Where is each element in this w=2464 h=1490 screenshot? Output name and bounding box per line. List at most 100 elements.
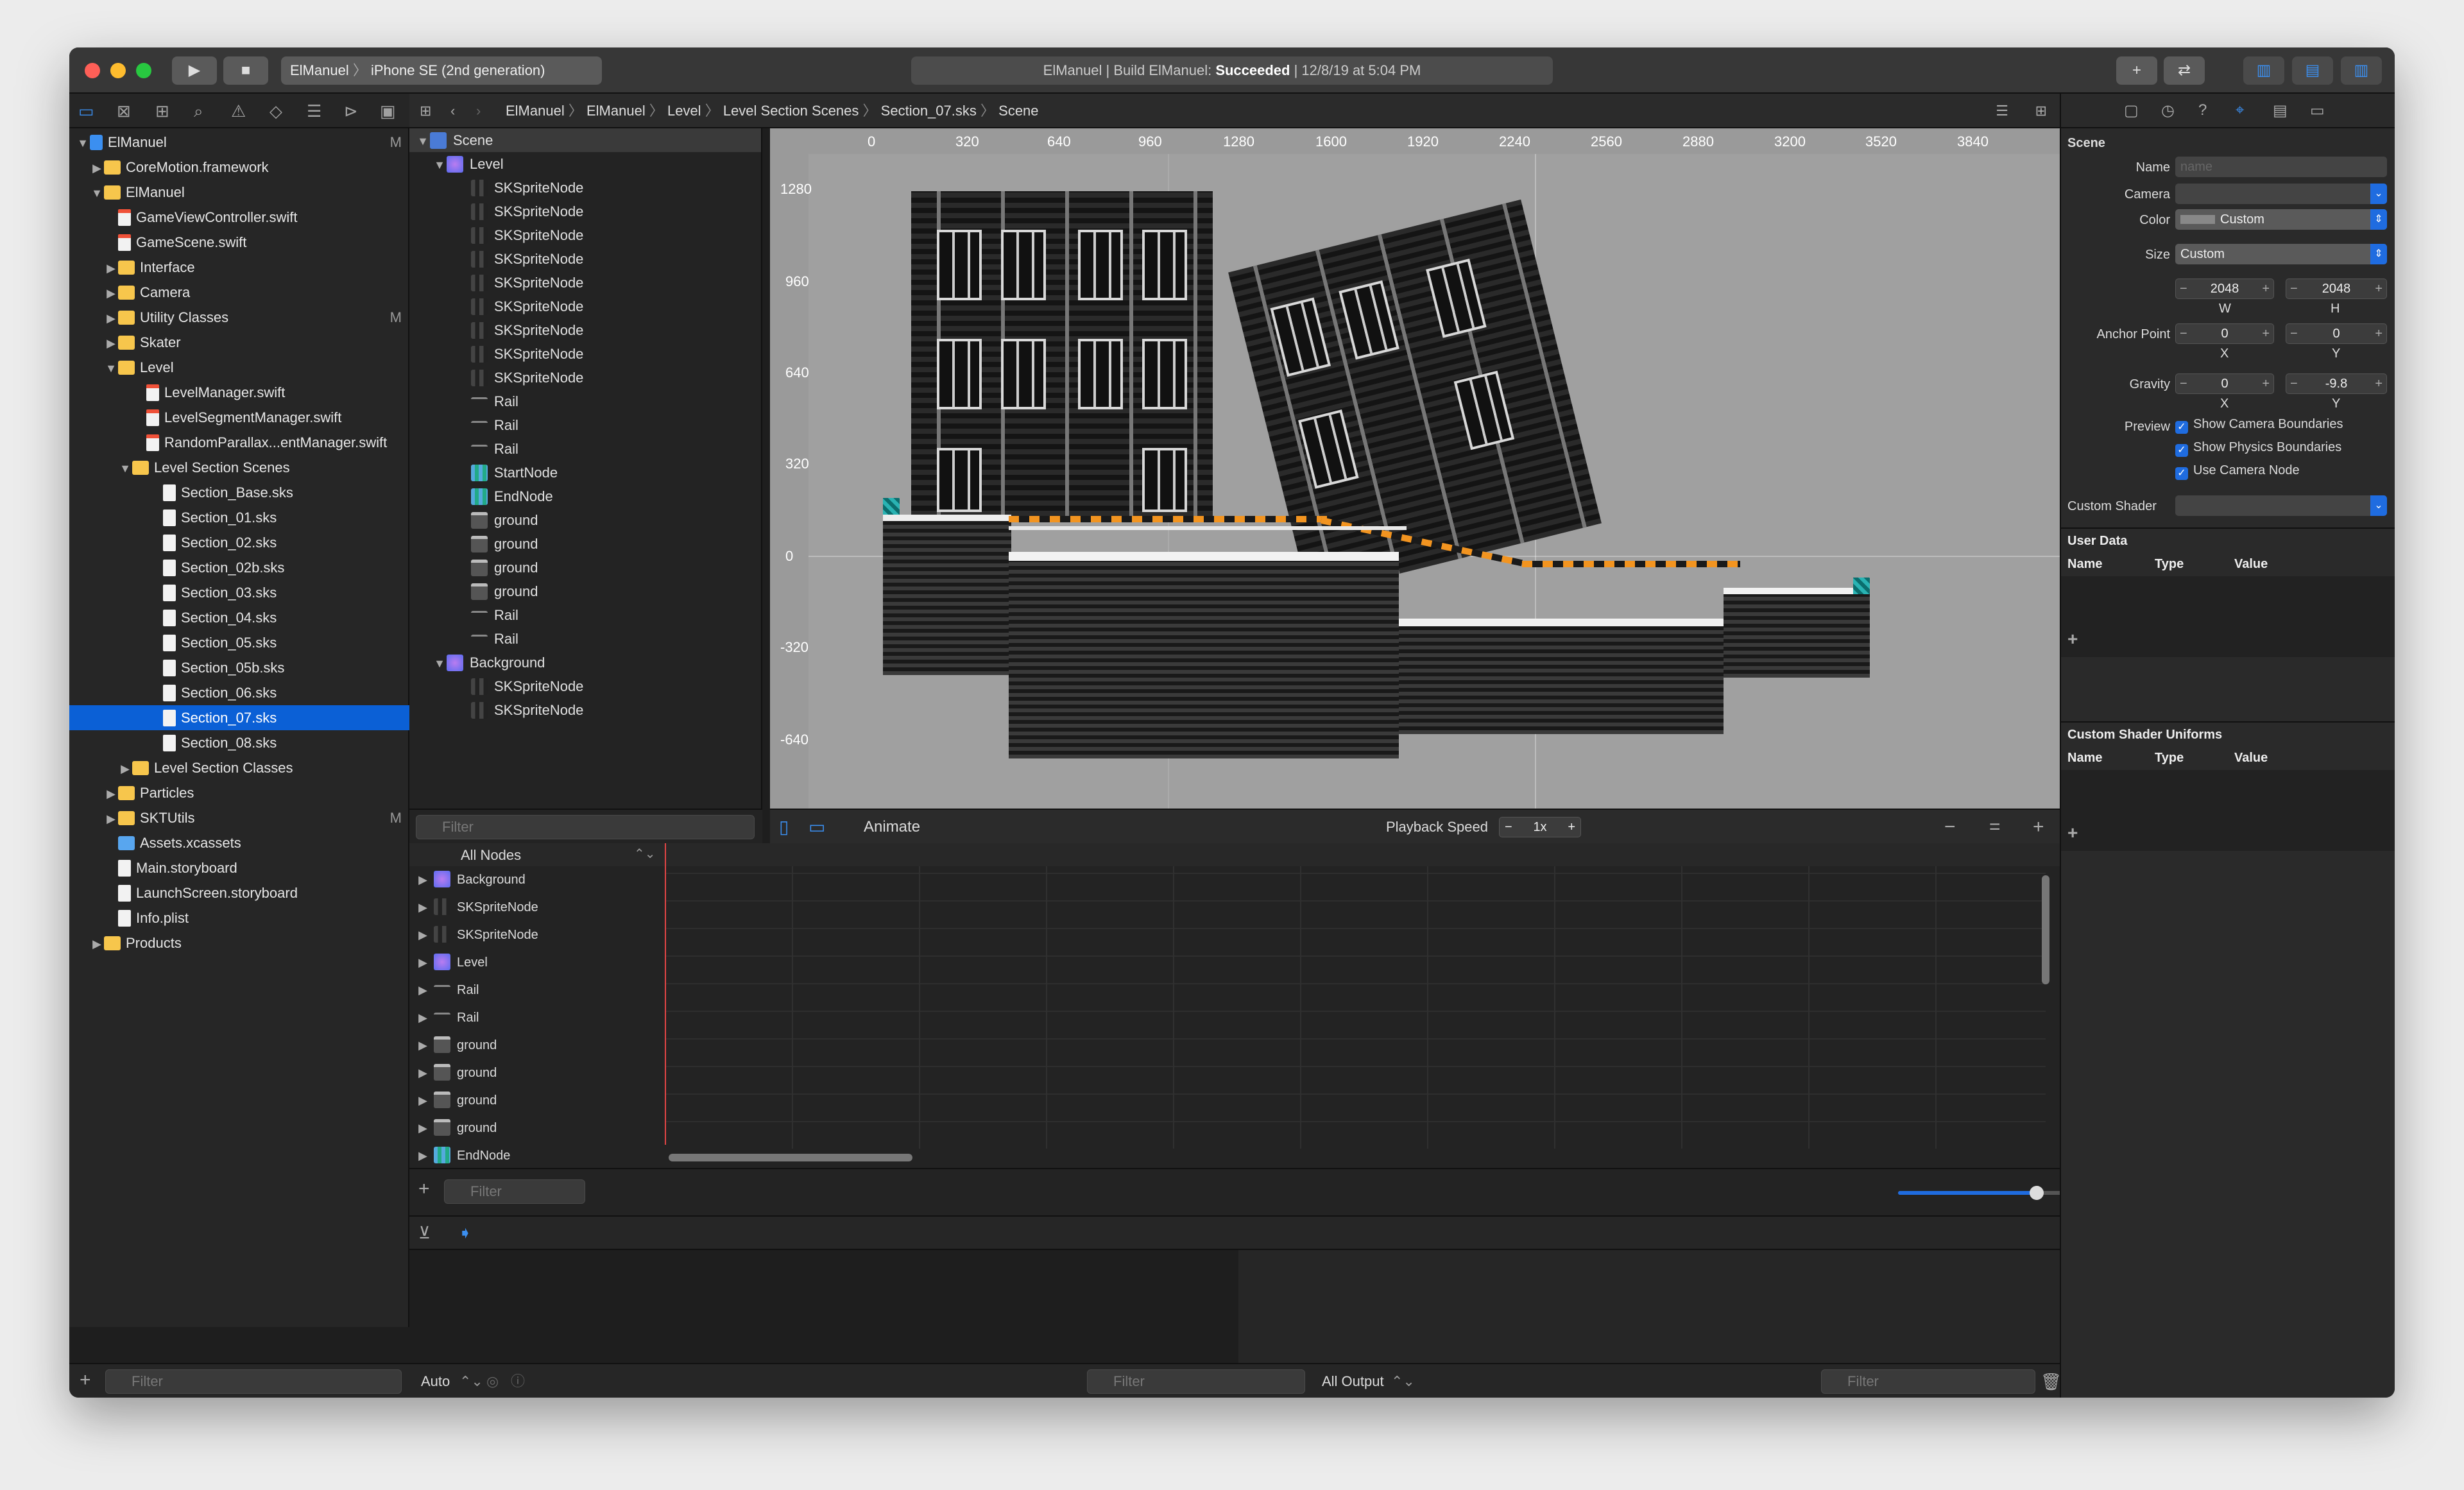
- tree-item[interactable]: LaunchScreen.storyboard: [69, 880, 409, 905]
- tree-item[interactable]: Section_05.sks: [69, 630, 409, 655]
- tree-item[interactable]: Section_03.sks: [69, 580, 409, 605]
- outline-item[interactable]: SKSpriteNode: [409, 247, 583, 271]
- tree-item[interactable]: RandomParallax...entManager.swift: [69, 430, 409, 455]
- outline-toggle-icon[interactable]: ▯: [779, 810, 789, 844]
- tree-item[interactable]: ▼ Level: [69, 355, 409, 380]
- show-physics-boundaries-checkbox[interactable]: ✓ Show Physics Boundaries: [2175, 440, 2341, 457]
- animate-button[interactable]: Animate: [864, 810, 920, 844]
- tree-item[interactable]: GameScene.swift: [69, 230, 409, 255]
- plus-icon[interactable]: +: [2262, 374, 2270, 393]
- tree-item[interactable]: Section_01.sks: [69, 505, 409, 530]
- toggle-debug-area-button[interactable]: ▤: [2292, 56, 2333, 85]
- width-stepper[interactable]: − 2048 +: [2175, 278, 2274, 299]
- minus-icon[interactable]: −: [2180, 324, 2187, 343]
- outline-item[interactable]: SKSpriteNode: [409, 366, 583, 390]
- disclosure-closed-icon[interactable]: ▶: [416, 866, 430, 894]
- stop-button[interactable]: ■: [223, 56, 268, 85]
- minus-icon[interactable]: −: [2290, 374, 2298, 393]
- variables-scope-selector[interactable]: Auto: [421, 1364, 450, 1398]
- uniforms-table[interactable]: [2061, 770, 2395, 851]
- outline-item[interactable]: ▼ Background: [409, 651, 545, 674]
- breadcrumb-item[interactable]: ElManuel: [506, 103, 565, 119]
- plus-icon[interactable]: +: [2262, 279, 2270, 298]
- disclosure-closed-icon[interactable]: ▶: [416, 1115, 430, 1142]
- outline-item[interactable]: Rail: [409, 627, 518, 651]
- outline-item[interactable]: EndNode: [409, 484, 553, 508]
- tree-item[interactable]: Section_02.sks: [69, 530, 409, 555]
- source-control-icon[interactable]: ⊠: [117, 101, 131, 121]
- tree-item[interactable]: Section_02b.sks: [69, 555, 409, 580]
- disclosure-closed-icon[interactable]: ▶: [416, 1004, 430, 1032]
- debug-navigator-icon[interactable]: ☰: [307, 101, 321, 121]
- outline-item[interactable]: Rail: [409, 390, 518, 413]
- help-inspector-icon[interactable]: ?: [2198, 101, 2207, 119]
- tree-item[interactable]: Section_04.sks: [69, 605, 409, 630]
- zoom-reset-icon[interactable]: =: [1989, 810, 2001, 844]
- related-items-icon[interactable]: ⊞: [420, 94, 431, 128]
- editor-options-icon[interactable]: ☰: [1996, 94, 2008, 128]
- anchor-y-stepper[interactable]: − 0 +: [2286, 323, 2387, 344]
- plus-icon[interactable]: +: [2375, 324, 2383, 343]
- vertical-scrollbar[interactable]: [2042, 875, 2049, 984]
- tree-item[interactable]: ▶ Utility Classes M: [69, 305, 409, 330]
- tree-item[interactable]: Assets.xcassets: [69, 830, 409, 855]
- disclosure-closed-icon[interactable]: ▶: [416, 977, 430, 1004]
- outline-item[interactable]: SKSpriteNode: [409, 176, 583, 200]
- zoom-window-button[interactable]: [136, 63, 151, 78]
- breakpoints-toggle-icon[interactable]: ➧: [458, 1223, 472, 1243]
- outline-item[interactable]: ground: [409, 579, 538, 603]
- console-filter-input[interactable]: Filter: [1821, 1369, 2035, 1394]
- timeline-row[interactable]: ▶ Rail: [409, 1004, 2060, 1032]
- timeline-row[interactable]: ▶ ground: [409, 1115, 2060, 1142]
- timeline-filter-input[interactable]: Filter: [444, 1179, 585, 1204]
- height-stepper[interactable]: − 2048 +: [2286, 278, 2387, 299]
- breadcrumb-item[interactable]: Section_07.sks: [881, 103, 977, 119]
- outline-item[interactable]: ground: [409, 556, 538, 579]
- disclosure-closed-icon[interactable]: ▶: [104, 331, 118, 356]
- disclosure-open-icon[interactable]: ▼: [432, 652, 447, 676]
- custom-class-inspector-icon[interactable]: ▭: [2310, 101, 2325, 120]
- plus-icon[interactable]: +: [2375, 374, 2383, 393]
- disclosure-closed-icon[interactable]: ▶: [416, 894, 430, 921]
- minus-icon[interactable]: −: [2180, 374, 2187, 393]
- disclosure-closed-icon[interactable]: ▶: [416, 1142, 430, 1170]
- disclosure-open-icon[interactable]: ▼: [76, 131, 90, 156]
- selector-chevron-icon[interactable]: ⌃⌄: [634, 846, 656, 862]
- add-row-icon[interactable]: +: [2067, 823, 2078, 843]
- outline-item[interactable]: SKSpriteNode: [409, 674, 583, 698]
- tree-item[interactable]: Main.storyboard: [69, 855, 409, 880]
- timeline-row[interactable]: ▶ Level: [409, 949, 2060, 977]
- timeline-toggle-icon[interactable]: ▭: [809, 810, 825, 844]
- split-editor-icon[interactable]: ⊞: [2035, 94, 2047, 128]
- attributes-inspector-icon[interactable]: ⌖: [2236, 101, 2245, 119]
- breadcrumb-item[interactable]: Level: [667, 103, 701, 119]
- trash-icon[interactable]: 🗑: [2041, 1364, 2062, 1398]
- outline-item[interactable]: Rail: [409, 603, 518, 627]
- selector-chevron-icon[interactable]: ⌃⌄: [459, 1364, 483, 1398]
- navigator-filter-input[interactable]: Filter: [105, 1369, 402, 1394]
- user-data-table[interactable]: [2061, 576, 2395, 657]
- tree-item[interactable]: Section_Base.sks: [69, 480, 409, 505]
- minus-icon[interactable]: −: [2290, 324, 2298, 343]
- tree-item-selected[interactable]: Section_07.sks: [69, 705, 409, 730]
- show-camera-boundaries-checkbox[interactable]: ✓ Show Camera Boundaries: [2175, 417, 2343, 434]
- camera-popup[interactable]: ⌄: [2175, 184, 2387, 204]
- gravity-y-stepper[interactable]: − -9.8 +: [2286, 373, 2387, 394]
- plus-icon[interactable]: +: [2375, 279, 2383, 298]
- eye-icon[interactable]: ◎: [486, 1364, 499, 1398]
- disclosure-open-icon[interactable]: ▼: [104, 356, 118, 381]
- disclosure-closed-icon[interactable]: ▶: [416, 949, 430, 977]
- zoom-out-icon[interactable]: −: [1944, 810, 1956, 844]
- timeline-row[interactable]: ▶ ground: [409, 1032, 2060, 1059]
- node-filter-selector[interactable]: All Nodes: [461, 847, 521, 864]
- outline-item[interactable]: SKSpriteNode: [409, 200, 583, 223]
- disclosure-open-icon[interactable]: ▼: [118, 456, 132, 481]
- tree-item[interactable]: ▼ Level Section Scenes: [69, 455, 409, 480]
- timeline-row[interactable]: ▶ ground: [409, 1059, 2060, 1087]
- outline-item[interactable]: Rail: [409, 437, 518, 461]
- zoom-in-icon[interactable]: +: [2033, 810, 2044, 844]
- disclosure-closed-icon[interactable]: ▶: [104, 807, 118, 832]
- breakpoint-navigator-icon[interactable]: ⊳: [344, 101, 358, 121]
- timeline-zoom-slider[interactable]: [1898, 1186, 2071, 1200]
- timeline-row[interactable]: ▶ SKSpriteNode: [409, 894, 2060, 921]
